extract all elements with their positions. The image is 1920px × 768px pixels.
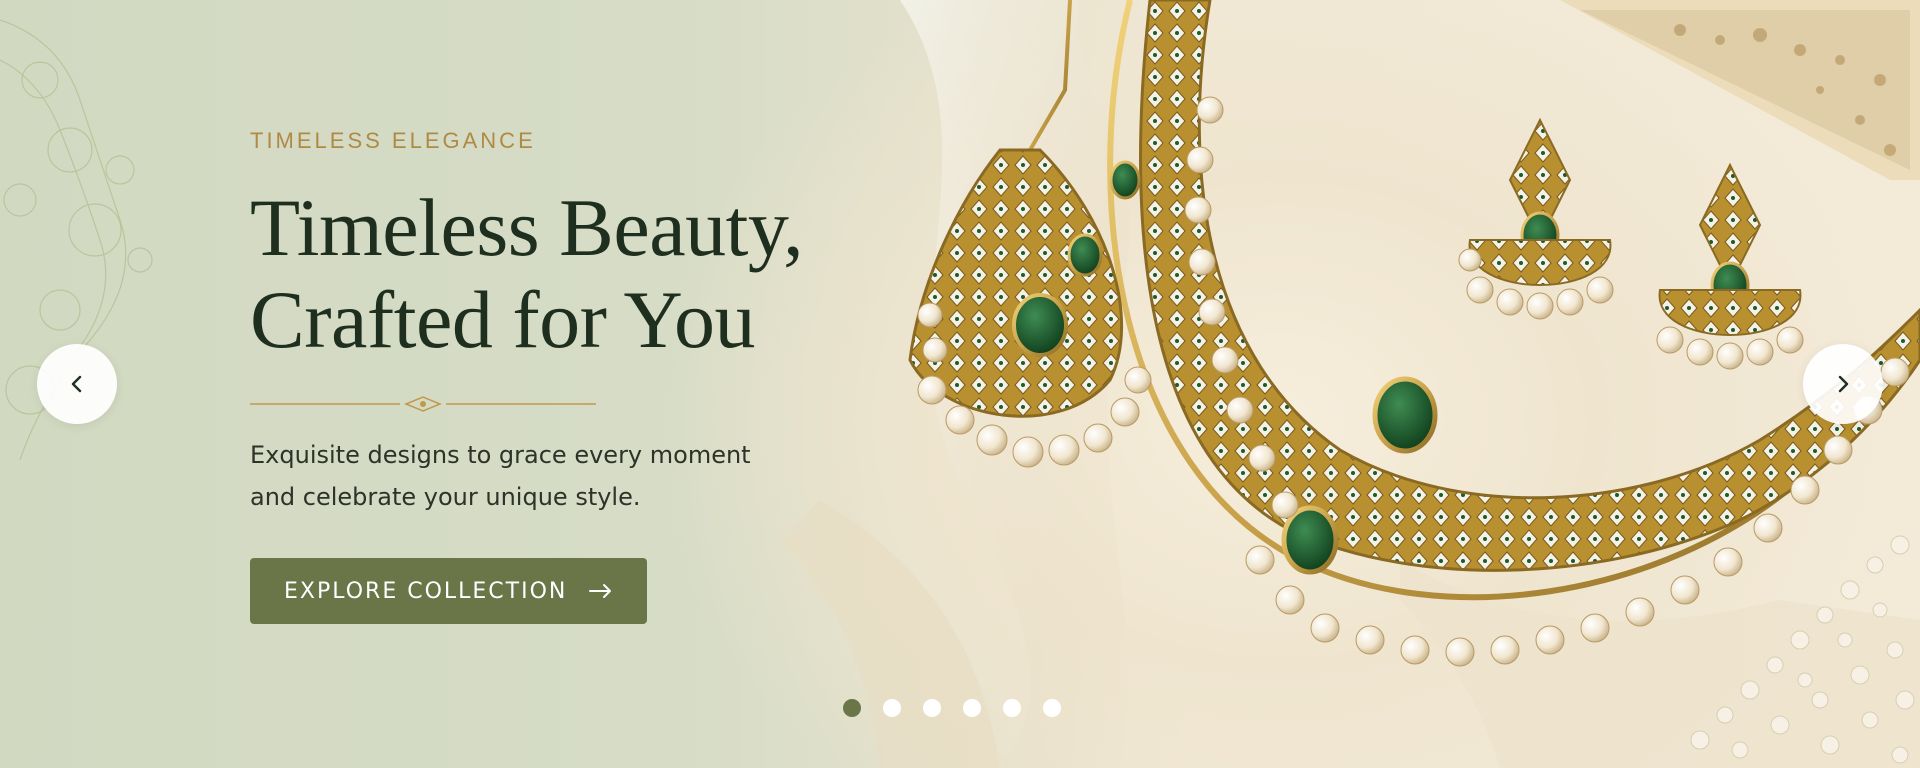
carousel-dot-4[interactable] <box>963 699 981 717</box>
explore-collection-button[interactable]: EXPLORE COLLECTION <box>250 558 648 624</box>
carousel-dot-1[interactable] <box>843 699 861 717</box>
jewel-box <box>1560 0 1920 180</box>
carousel-dot-5[interactable] <box>1003 699 1021 717</box>
subtext-line-1: Exquisite designs to grace every moment <box>250 441 751 469</box>
carousel-dot-6[interactable] <box>1043 699 1061 717</box>
carousel-next-button[interactable] <box>1803 344 1883 424</box>
carousel-dot-2[interactable] <box>883 699 901 717</box>
headline-line-1: Timeless Beauty, <box>250 182 804 273</box>
carousel-dot-3[interactable] <box>923 699 941 717</box>
hero-subtext: Exquisite designs to grace every moment … <box>250 434 790 518</box>
chevron-left-icon <box>71 375 82 393</box>
headline-line-2: Crafted for You <box>250 274 755 365</box>
explore-collection-label: EXPLORE COLLECTION <box>284 578 568 604</box>
carousel-prev-button[interactable] <box>37 344 117 424</box>
earring-pair <box>1458 117 1804 370</box>
hero-banner: TIMELESS ELEGANCE Timeless Beauty, Craft… <box>0 0 1920 768</box>
subtext-line-2: and celebrate your unique style. <box>250 483 641 511</box>
hero-copy: TIMELESS ELEGANCE Timeless Beauty, Craft… <box>250 128 870 624</box>
eyebrow-text: TIMELESS ELEGANCE <box>250 128 536 153</box>
arrow-right-icon <box>589 584 612 598</box>
chevron-right-icon <box>1838 375 1849 393</box>
ornament-divider <box>250 396 596 412</box>
jewellery-photo <box>908 0 1920 764</box>
carousel-indicators <box>843 699 1061 717</box>
hero-headline: Timeless Beauty, Crafted for You <box>250 182 870 366</box>
